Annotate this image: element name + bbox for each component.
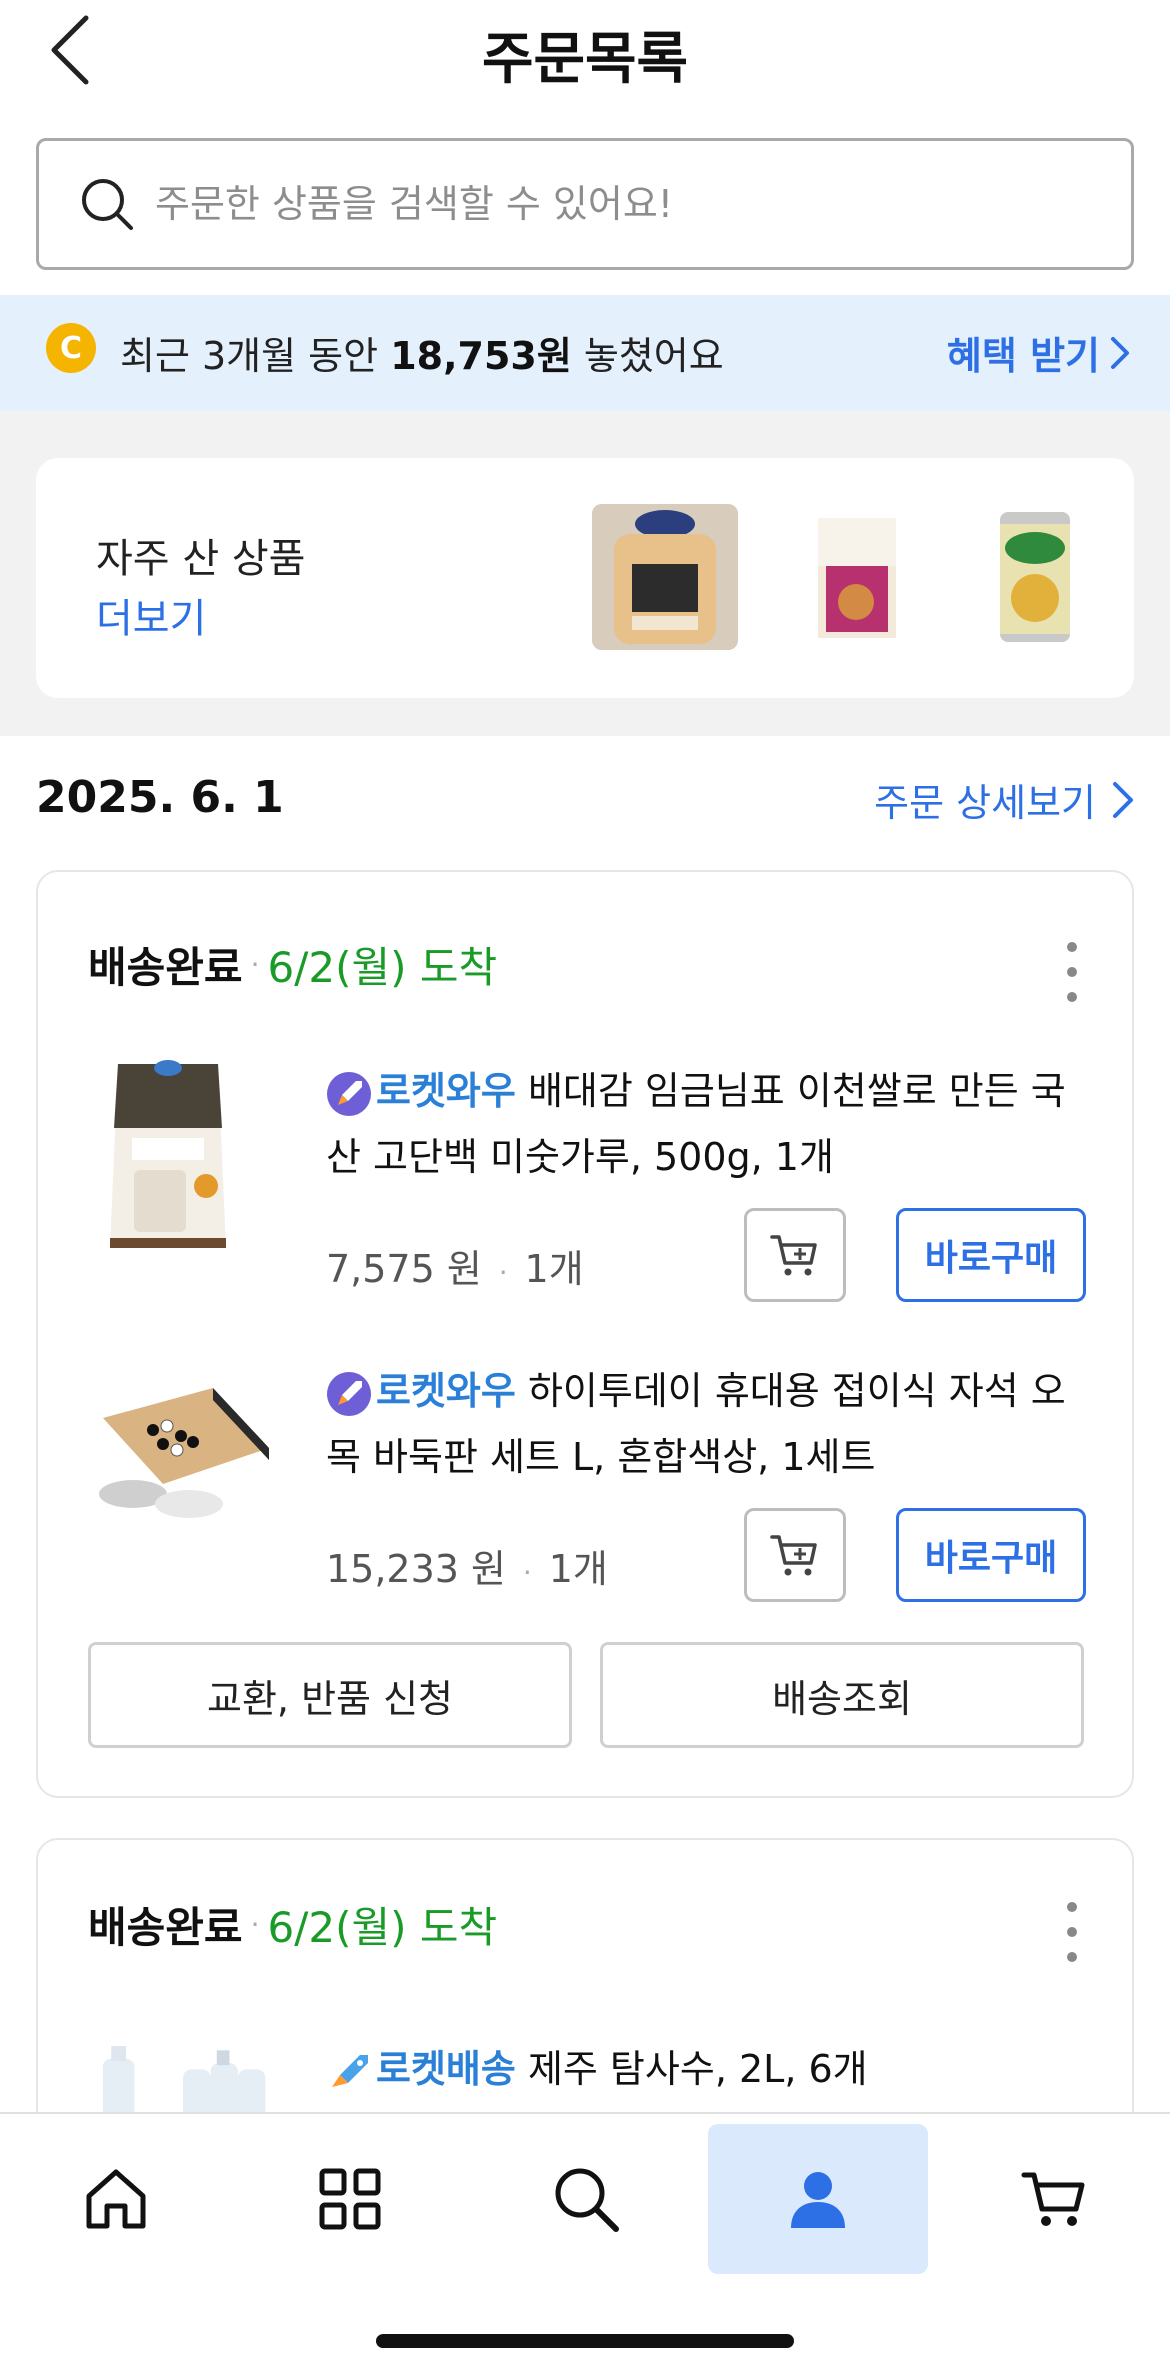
chevron-right-icon [1111,336,1129,369]
price-separator: · [514,1556,541,1589]
arrival-date: 6/2(월) 도착 [267,1903,498,1952]
cart-icon [1021,2172,1085,2226]
search-input[interactable] [155,182,1055,226]
exchange-return-button[interactable]: 교환, 반품 신청 [88,1642,572,1748]
rocket-wow-label: 로켓와우 [376,1369,516,1413]
nav-my-page[interactable] [708,2124,928,2274]
search-box[interactable] [36,138,1134,270]
get-benefit-label: 혜택 받기 [946,334,1100,378]
item-name[interactable]: 로켓배송 제주 탐사수, 2L, 6개 [326,2036,1086,2102]
item-price: 7,575 원 [326,1247,482,1291]
add-to-cart-button[interactable] [744,1208,846,1302]
coin-icon: C [46,323,96,373]
frequent-more-link[interactable]: 더보기 [96,586,206,644]
rocket-delivery-label: 로켓배송 [376,2047,516,2091]
buy-now-button[interactable]: 바로구매 [896,1508,1086,1602]
delivery-status-text: 배송완료 [88,1903,243,1952]
item-name[interactable]: 로켓와우 하이투데이 휴대용 접이식 자석 오목 바둑판 세트 L, 혼합색상,… [326,1358,1086,1490]
get-benefit-link[interactable]: 혜택 받기 [947,325,1130,380]
nav-search[interactable] [476,2124,696,2274]
frequent-products-card: 자주 산 상품 더보기 [36,458,1134,698]
frequent-product-thumb-cereal[interactable] [782,504,928,650]
item-quantity: 1개 [524,1247,584,1291]
buy-now-button[interactable]: 바로구매 [896,1208,1086,1302]
item-price-line: 7,575 원 · 1개 [326,1238,584,1293]
chevron-right-icon [1113,781,1133,818]
add-cart-icon [770,1235,817,1276]
savings-text-suffix: 놓쳤어요 [571,334,724,378]
item-price-line: 15,233 원 · 1개 [326,1538,608,1593]
home-icon [86,2169,146,2229]
order-detail-link[interactable]: 주문 상세보기 [874,772,1134,827]
order-item: 로켓와우 배대감 임금님표 이천쌀로 만든 국산 고단백 미숫가루, 500g,… [38,1058,1136,1338]
frequent-product-thumb-corn[interactable] [962,504,1108,650]
misutgaru-product-image[interactable] [88,1058,248,1258]
delivery-status-text: 배송완료 [88,943,243,992]
page-title: 주문목록 [481,27,689,92]
my-page-icon [791,2172,845,2228]
price-separator: · [489,1256,517,1289]
add-cart-icon [770,1535,817,1576]
bread-product-image [592,504,738,650]
order-actions: 교환, 반품 신청 배송조회 [38,1642,1136,1752]
frequent-product-thumb-bread[interactable] [592,504,738,650]
categories-icon [319,2168,381,2230]
rocket-wow-icon [327,1071,371,1116]
savings-banner[interactable]: C 최근 3개월 동안 18,753원 놓쳤어요 혜택 받기 [0,295,1170,411]
rocket-wow-icon [327,1371,371,1416]
delivery-status: 배송완료 · 6/2(월) 도착 [88,934,497,995]
order-detail-label: 주문 상세보기 [874,781,1096,825]
order-date: 2025. 6. 1 [36,772,284,823]
omok-board-product-image[interactable] [88,1358,278,1558]
add-to-cart-button[interactable] [744,1508,846,1602]
search-icon [555,2168,619,2232]
nav-home[interactable] [6,2124,226,2274]
savings-text-prefix: 최근 3개월 동안 [120,334,391,378]
status-separator: · [250,1908,260,1941]
search-icon [82,179,133,230]
more-options-icon[interactable] [1062,1902,1082,1962]
savings-amount: 18,753원 [390,334,572,378]
item-name-text: 제주 탐사수, 2L, 6개 [527,2047,868,2091]
status-separator: · [250,948,260,981]
home-indicator [376,2334,794,2348]
order-item: 로켓와우 하이투데이 휴대용 접이식 자석 오목 바둑판 세트 L, 혼합색상,… [38,1358,1136,1638]
item-price: 15,233 원 [326,1547,507,1591]
arrival-date: 6/2(월) 도착 [267,943,498,992]
order-card: 배송완료 · 6/2(월) 도착 로켓와우 배대감 임금님표 이천쌀로 만든 국… [36,870,1134,1798]
delivery-status: 배송완료 · 6/2(월) 도착 [88,1894,497,1955]
more-options-icon[interactable] [1062,942,1082,1002]
cereal-product-image [782,504,928,650]
frequent-products-title: 자주 산 상품 [96,536,306,582]
rocket-delivery-icon [332,2054,368,2087]
nav-cart[interactable] [944,2124,1164,2274]
track-delivery-button[interactable]: 배송조회 [600,1642,1084,1748]
savings-text: 최근 3개월 동안 18,753원 놓쳤어요 [120,325,724,380]
canned-corn-product-image [962,504,1108,650]
rocket-wow-label: 로켓와우 [376,1069,516,1113]
item-quantity: 1개 [548,1547,608,1591]
nav-categories[interactable] [240,2124,460,2274]
item-name[interactable]: 로켓와우 배대감 임금님표 이천쌀로 만든 국산 고단백 미숫가루, 500g,… [326,1058,1086,1190]
header: 주문목록 [0,0,1170,120]
